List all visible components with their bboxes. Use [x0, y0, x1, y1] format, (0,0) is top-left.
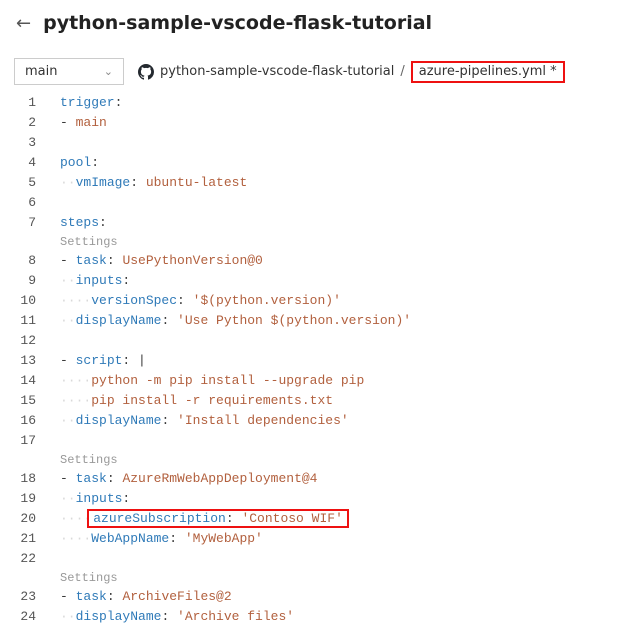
line-number: 5	[0, 173, 36, 193]
line-number: 21	[0, 529, 36, 549]
line-number: 16	[0, 411, 36, 431]
line-number: 24	[0, 607, 36, 627]
code-line[interactable]: ··inputs:	[60, 489, 625, 509]
code-line[interactable]: ····azureSubscription: 'Contoso WIF'	[60, 509, 625, 529]
highlight-azure-subscription: azureSubscription: 'Contoso WIF'	[87, 509, 349, 528]
code-editor[interactable]: 123456789101112131415161718192021222324 …	[0, 91, 625, 631]
code-line[interactable]: ··displayName: 'Install dependencies'	[60, 411, 625, 431]
code-line[interactable]	[60, 431, 625, 451]
line-number: 1	[0, 93, 36, 113]
line-number: 10	[0, 291, 36, 311]
branch-name: main	[25, 64, 57, 79]
breadcrumb: python-sample-vscode-flask-tutorial / az…	[138, 61, 565, 83]
code-line[interactable]: ··displayName: 'Use Python $(python.vers…	[60, 311, 625, 331]
code-line[interactable]: ····python -m pip install --upgrade pip	[60, 371, 625, 391]
line-number: 20	[0, 509, 36, 529]
line-number: 15	[0, 391, 36, 411]
toolbar: main ⌄ python-sample-vscode-flask-tutori…	[0, 48, 625, 91]
line-number: 8	[0, 251, 36, 271]
line-number: 23	[0, 587, 36, 607]
breadcrumb-file[interactable]: azure-pipelines.yml *	[411, 61, 565, 83]
line-number: 13	[0, 351, 36, 371]
line-number: 7	[0, 213, 36, 233]
chevron-down-icon: ⌄	[104, 65, 113, 78]
line-number-gutter: 123456789101112131415161718192021222324	[0, 93, 46, 627]
code-line[interactable]	[60, 133, 625, 153]
code-line[interactable]	[60, 549, 625, 569]
line-number: 18	[0, 469, 36, 489]
code-line[interactable]: ····WebAppName: 'MyWebApp'	[60, 529, 625, 549]
code-line[interactable]: - task: ArchiveFiles@2	[60, 587, 625, 607]
code-line[interactable]	[60, 193, 625, 213]
code-line[interactable]: ··displayName: 'Archive files'	[60, 607, 625, 627]
header-bar: ← python-sample-vscode-flask-tutorial	[0, 0, 625, 48]
code-line[interactable]: - task: AzureRmWebAppDeployment@4	[60, 469, 625, 489]
code-line[interactable]: ····versionSpec: '$(python.version)'	[60, 291, 625, 311]
code-line[interactable]: trigger:	[60, 93, 625, 113]
line-number: 4	[0, 153, 36, 173]
line-number: 6	[0, 193, 36, 213]
line-number: 14	[0, 371, 36, 391]
line-number: 9	[0, 271, 36, 291]
code-line[interactable]: - task: UsePythonVersion@0	[60, 251, 625, 271]
line-number: 12	[0, 331, 36, 351]
page-title: python-sample-vscode-flask-tutorial	[43, 12, 432, 34]
code-lens-settings[interactable]: Settings	[60, 451, 625, 469]
code-line[interactable]: - script: |	[60, 351, 625, 371]
code-line[interactable]: - main	[60, 113, 625, 133]
back-arrow-icon[interactable]: ←	[16, 13, 31, 34]
code-line[interactable]: pool:	[60, 153, 625, 173]
branch-selector[interactable]: main ⌄	[14, 58, 124, 85]
line-number: 17	[0, 431, 36, 451]
line-number: 19	[0, 489, 36, 509]
breadcrumb-separator: /	[400, 64, 404, 79]
line-number: 3	[0, 133, 36, 153]
code-line[interactable]: ··vmImage: ubuntu-latest	[60, 173, 625, 193]
github-icon	[138, 64, 154, 80]
code-line[interactable]: ····pip install -r requirements.txt	[60, 391, 625, 411]
code-lens-settings[interactable]: Settings	[60, 233, 625, 251]
code-content[interactable]: trigger:- main pool:··vmImage: ubuntu-lat…	[46, 93, 625, 627]
line-number: 22	[0, 549, 36, 569]
code-line[interactable]	[60, 331, 625, 351]
line-number: 11	[0, 311, 36, 331]
breadcrumb-repo[interactable]: python-sample-vscode-flask-tutorial	[160, 64, 394, 79]
code-line[interactable]: ··inputs:	[60, 271, 625, 291]
code-line[interactable]: steps:	[60, 213, 625, 233]
line-number: 2	[0, 113, 36, 133]
code-lens-settings[interactable]: Settings	[60, 569, 625, 587]
